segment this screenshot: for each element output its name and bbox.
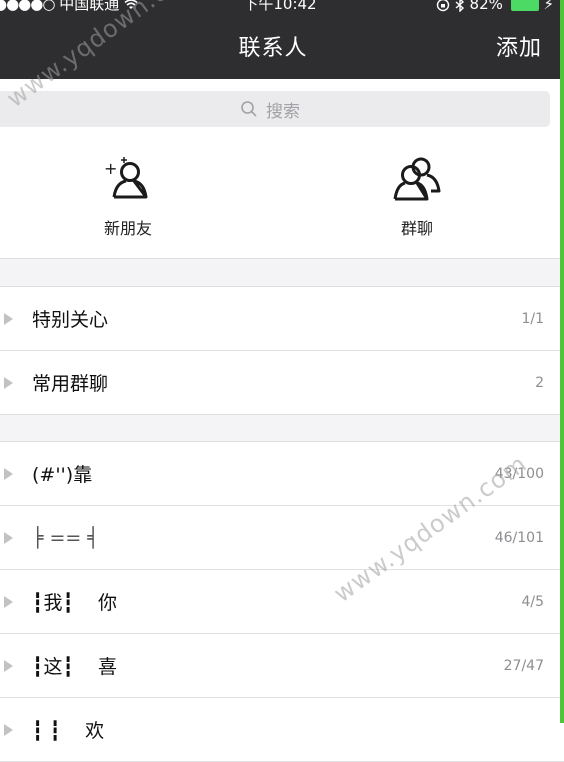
- battery-status: 82% ⚡: [436, 0, 554, 13]
- status-bar: ●●●●○ 中国联通 下午10:42 82% ⚡: [0, 0, 564, 18]
- friend-group-row[interactable]: ┇这┇ 喜 27/47: [0, 634, 564, 698]
- expand-arrow-icon: [4, 596, 13, 608]
- group-count: 43/100: [494, 465, 544, 482]
- expand-arrow-icon: [4, 468, 13, 480]
- charging-icon: ⚡: [543, 0, 554, 13]
- expand-arrow-icon: [4, 313, 13, 325]
- group-name: 常用群聊: [32, 373, 109, 395]
- search-bar[interactable]: 搜索: [0, 91, 550, 127]
- group-name: ┇我┇ 你: [32, 592, 118, 614]
- right-edge-strip: [560, 0, 564, 723]
- carrier-status: ●●●●○ 中国联通: [0, 0, 138, 13]
- group-name: ┇ ┇ 欢: [32, 720, 105, 742]
- signal-strength: ●●●●○: [0, 0, 55, 13]
- group-count: 1/1: [521, 310, 544, 327]
- group-name: (#'')靠: [32, 464, 93, 486]
- bluetooth-icon: [455, 0, 470, 13]
- rotation-lock-icon: [436, 0, 455, 13]
- group-row-special-care[interactable]: 特别关心 1/1: [0, 287, 564, 351]
- expand-arrow-icon: [4, 660, 13, 672]
- special-groups-list: 特别关心 1/1 常用群聊 2: [0, 286, 564, 415]
- group-name: 特别关心: [32, 309, 109, 331]
- group-chat-label: 群聊: [400, 219, 433, 238]
- group-row-common-chats[interactable]: 常用群聊 2: [0, 351, 564, 414]
- group-name: ╞ == ╡: [32, 526, 99, 549]
- navigation-bar: ●●●●○ 中国联通 下午10:42 82% ⚡ 联系人 添加: [0, 0, 564, 79]
- search-placeholder: 搜索: [266, 101, 300, 122]
- search-section: 搜索: [0, 79, 564, 133]
- friend-group-row[interactable]: ┇ ┇ 欢: [0, 698, 564, 762]
- wifi-icon: [124, 0, 138, 13]
- group-count: 27/47: [503, 657, 544, 674]
- battery-icon: [510, 0, 539, 11]
- svg-text:+: +: [104, 159, 117, 178]
- status-time: 下午10:42: [243, 0, 317, 13]
- expand-arrow-icon: [4, 724, 13, 736]
- group-chat-icon: [393, 157, 441, 201]
- group-chat-button[interactable]: 群聊: [357, 155, 477, 239]
- expand-arrow-icon: [4, 532, 13, 544]
- new-friends-button[interactable]: + 新朋友: [68, 155, 188, 239]
- friend-group-row[interactable]: (#'')靠 43/100: [0, 442, 564, 506]
- expand-arrow-icon: [4, 377, 13, 389]
- group-count: 4/5: [521, 593, 544, 610]
- add-friend-icon: +: [104, 157, 148, 199]
- add-button[interactable]: 添加: [496, 30, 542, 62]
- search-icon: [241, 101, 257, 117]
- battery-percent: 82%: [469, 0, 503, 13]
- friend-groups-list: (#'')靠 43/100 ╞ == ╡ 46/101 ┇我┇ 你 4/5 ┇这…: [0, 441, 564, 762]
- group-count: 46/101: [494, 529, 544, 546]
- page-title: 联系人: [238, 36, 308, 61]
- friend-group-row[interactable]: ╞ == ╡ 46/101: [0, 506, 564, 570]
- new-friends-label: 新朋友: [103, 219, 152, 238]
- group-count: 2: [535, 374, 544, 391]
- group-name: ┇这┇ 喜: [32, 656, 118, 678]
- carrier-name: 中国联通: [59, 0, 120, 13]
- friend-group-row[interactable]: ┇我┇ 你 4/5: [0, 570, 564, 634]
- quick-actions: + 新朋友 群聊: [0, 133, 564, 259]
